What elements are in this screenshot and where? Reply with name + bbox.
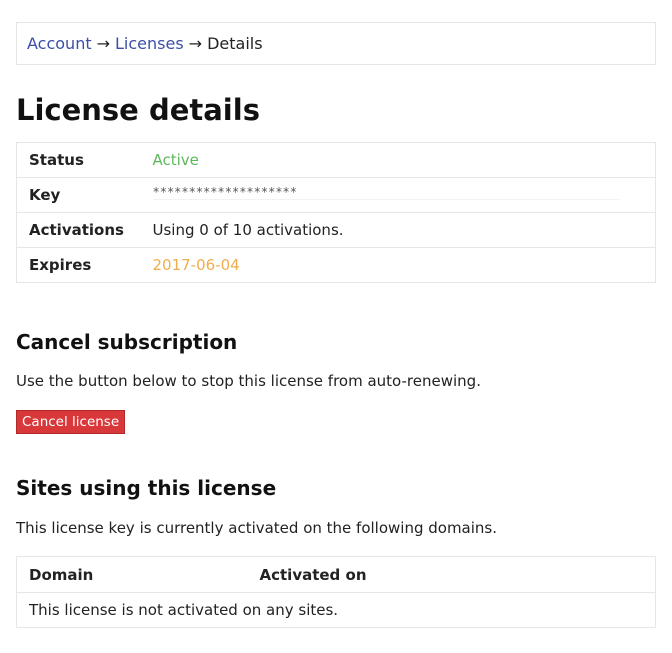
cancel-subscription-description: Use the button below to stop this licens… — [16, 372, 481, 390]
sites-table: Domain Activated on This license is not … — [16, 556, 656, 628]
empty-sites-message: This license is not activated on any sit… — [16, 592, 656, 628]
breadcrumb-separator: → — [96, 34, 111, 53]
column-header-activated-on: Activated on — [259, 565, 367, 584]
breadcrumb-account-link[interactable]: Account — [27, 34, 92, 53]
expires-label: Expires — [16, 247, 141, 283]
cancel-license-button[interactable]: Cancel license — [16, 410, 126, 434]
key-cell: ******************** — [140, 177, 656, 213]
activations-value: Using 0 of 10 activations. — [140, 212, 656, 248]
sites-heading: Sites using this license — [16, 476, 277, 500]
breadcrumb-licenses-link[interactable]: Licenses — [115, 34, 184, 53]
table-row: Activations Using 0 of 10 activations. — [16, 212, 656, 248]
key-label: Key — [16, 177, 141, 213]
breadcrumb-separator: → — [188, 34, 203, 53]
expires-value: 2017-06-04 — [140, 247, 656, 283]
activations-label: Activations — [16, 212, 141, 248]
license-key-value[interactable]: ******************** — [152, 185, 619, 200]
page-content: Account → Licenses → Details License det… — [16, 22, 656, 628]
cancel-subscription-heading: Cancel subscription — [16, 330, 238, 354]
sites-description: This license key is currently activated … — [16, 519, 498, 537]
page-title: License details — [16, 93, 260, 127]
breadcrumb-current: Details — [207, 34, 263, 53]
table-row: Key ******************** — [16, 177, 656, 213]
table-header-row: Domain Activated on — [17, 557, 656, 593]
table-row: Expires 2017-06-04 — [16, 247, 656, 283]
table-row: This license is not activated on any sit… — [16, 592, 656, 628]
breadcrumb: Account → Licenses → Details — [16, 22, 656, 65]
status-label: Status — [29, 151, 84, 169]
status-value: Active — [152, 151, 199, 169]
column-header-domain: Domain — [29, 565, 94, 584]
table-row: Status Active — [17, 143, 656, 178]
license-details-table: Status Active Key ******************** A… — [16, 142, 656, 283]
